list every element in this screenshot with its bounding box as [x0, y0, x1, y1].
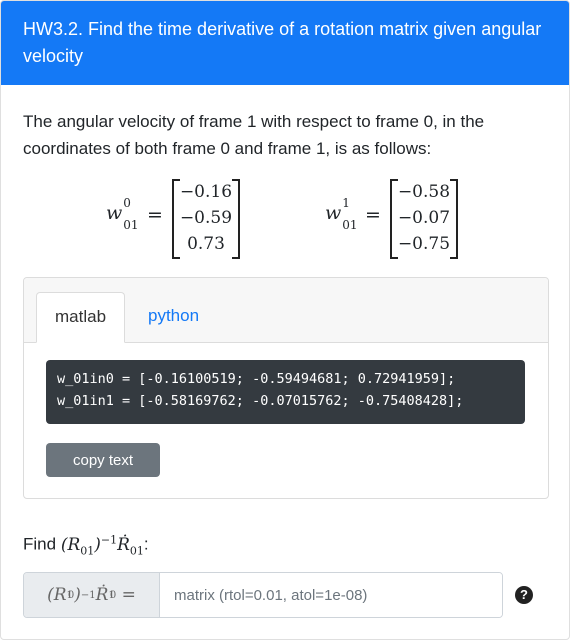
answer-label: (R 1 0) −1 Ṙ 1 0 =: [24, 573, 160, 617]
w01-0-matrix: −0.16 −0.59 0.73: [172, 179, 240, 259]
matrix-cell: −0.16: [179, 182, 233, 202]
matrix-cell: −0.75: [397, 234, 451, 254]
equals-sign: =: [147, 204, 163, 226]
w01-1-matrix: −0.58 −0.07 −0.75: [390, 179, 458, 259]
question-card: HW3.2. Find the time derivative of a rot…: [0, 0, 570, 640]
code-tab-panel: matlab python w_01in0 = [-0.16100519; -0…: [23, 277, 549, 499]
matrix-cell: −0.07: [397, 208, 451, 228]
matrix-cell: −0.58: [397, 182, 451, 202]
matrix-cell: −0.59: [179, 208, 233, 228]
code-line-2: w_01in1 = [-0.58169762; -0.07015762; -0.…: [57, 393, 464, 409]
question-circle-icon[interactable]: ?: [515, 586, 533, 604]
w01-1-symbol: w 1 01: [325, 196, 358, 232]
answer-input[interactable]: [160, 573, 502, 617]
code-block[interactable]: w_01in0 = [-0.16100519; -0.59494681; 0.7…: [46, 360, 525, 424]
code-line-1: w_01in0 = [-0.16100519; -0.59494681; 0.7…: [57, 371, 456, 387]
w01-0-symbol: w 0 01: [106, 196, 139, 232]
question-header: HW3.2. Find the time derivative of a rot…: [1, 1, 569, 85]
find-label: Find: [23, 534, 57, 554]
copy-text-button[interactable]: copy text: [46, 443, 160, 477]
matrix-cell: 0.73: [187, 234, 225, 254]
find-prompt: Find (R01)−1Ṙ01:: [23, 533, 149, 558]
question-intro: The angular velocity of frame 1 with res…: [23, 112, 485, 158]
answer-input-group: (R 1 0) −1 Ṙ 1 0 =: [23, 572, 503, 618]
tab-python[interactable]: python: [130, 292, 217, 343]
angular-velocity-equations: w 0 01 = −0.16 −0.59 0.73 w 1 01 = −0.58 −0.…: [1, 179, 569, 261]
question-title: HW3.2. Find the time derivative of a rot…: [23, 19, 542, 66]
equals-sign: =: [365, 204, 381, 226]
tab-bar: matlab python: [24, 278, 548, 343]
find-expression: (R01)−1Ṙ01: [60, 533, 144, 558]
tab-matlab[interactable]: matlab: [36, 292, 126, 343]
